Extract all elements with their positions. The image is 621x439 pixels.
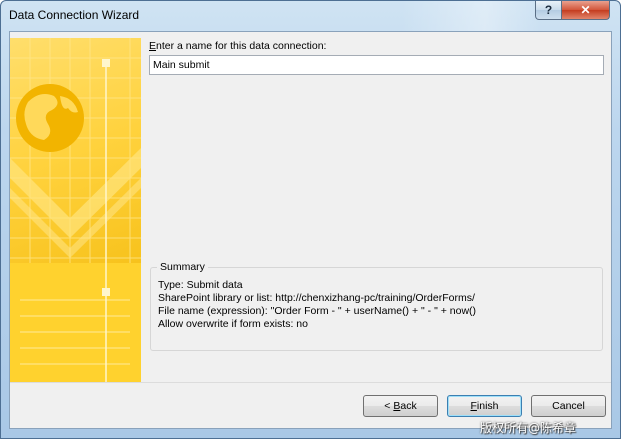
cancel-button[interactable]: Cancel xyxy=(531,395,606,417)
summary-type-line: Type: Submit data xyxy=(158,279,243,291)
back-button[interactable]: < Back xyxy=(363,395,438,417)
window-title: Data Connection Wizard xyxy=(9,8,140,22)
cancel-button-label: Cancel xyxy=(552,400,585,412)
help-button[interactable]: ? xyxy=(535,1,562,20)
finish-button-label: inish xyxy=(476,400,499,412)
dialog-window: Data Connection Wizard ? ✕ Enter a name … xyxy=(0,0,621,439)
footer-divider xyxy=(10,382,611,383)
connection-name-input[interactable] xyxy=(149,55,604,75)
name-label-text: nter a name for this data connection: xyxy=(156,40,327,52)
back-button-label: ack xyxy=(400,400,417,412)
title-bar[interactable]: Data Connection Wizard ? ✕ xyxy=(1,1,621,31)
copyright-watermark: 版权所有@陈希章 xyxy=(480,421,577,435)
wizard-client-area: Enter a name for this data connection: S… xyxy=(9,31,612,429)
name-label-accelerator: E xyxy=(149,40,157,52)
globe-graphic xyxy=(10,38,141,382)
summary-filename-line: File name (expression): "Order Form - " … xyxy=(158,305,477,317)
back-button-prefix: < xyxy=(384,400,394,412)
summary-overwrite-line: Allow overwrite if form exists: no xyxy=(158,318,308,330)
wizard-banner-image xyxy=(10,38,141,382)
finish-button[interactable]: Finish xyxy=(447,395,522,417)
back-button-accelerator: B xyxy=(393,400,401,412)
summary-legend: Summary xyxy=(157,261,208,273)
close-icon: ✕ xyxy=(580,3,591,17)
title-bar-glow xyxy=(401,1,541,31)
help-icon: ? xyxy=(544,3,553,17)
connection-name-label: Enter a name for this data connection: xyxy=(149,40,326,52)
summary-library-line: SharePoint library or list: http://chenx… xyxy=(158,292,475,304)
close-button[interactable]: ✕ xyxy=(561,1,610,20)
